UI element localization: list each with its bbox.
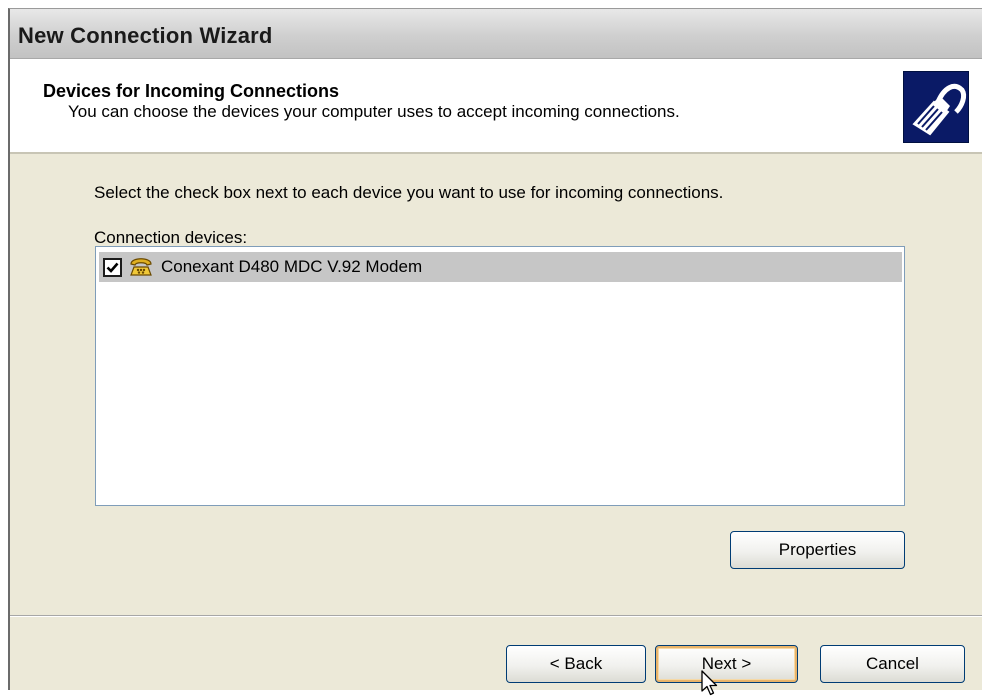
connection-devices-list[interactable]: Conexant D480 MDC V.92 Modem xyxy=(95,246,905,506)
window-title: New Connection Wizard xyxy=(18,23,273,48)
device-name: Conexant D480 MDC V.92 Modem xyxy=(161,257,423,276)
wizard-header: Devices for Incoming Connections You can… xyxy=(10,59,982,154)
device-list-item[interactable]: Conexant D480 MDC V.92 Modem xyxy=(99,252,902,282)
network-cable-icon xyxy=(903,71,969,143)
next-button[interactable]: Next > xyxy=(655,645,798,683)
connection-devices-label: Connection devices: xyxy=(94,228,248,247)
properties-button[interactable]: Properties xyxy=(730,531,905,569)
wizard-body: Select the check box next to each device… xyxy=(10,154,982,696)
page-title: Devices for Incoming Connections xyxy=(43,81,340,101)
footer-divider xyxy=(10,615,982,617)
back-button[interactable]: < Back xyxy=(506,645,646,683)
cancel-button[interactable]: Cancel xyxy=(820,645,965,683)
mouse-pointer-icon xyxy=(701,670,718,696)
page-subtitle: You can choose the devices your computer… xyxy=(68,102,680,121)
checkmark-icon xyxy=(106,262,119,273)
title-bar[interactable]: New Connection Wizard xyxy=(10,9,982,59)
instruction-text: Select the check box next to each device… xyxy=(94,183,724,202)
modem-phone-icon xyxy=(128,254,154,278)
wizard-window: New Connection Wizard Devices for Incomi… xyxy=(8,8,982,696)
device-checkbox[interactable] xyxy=(103,258,122,277)
